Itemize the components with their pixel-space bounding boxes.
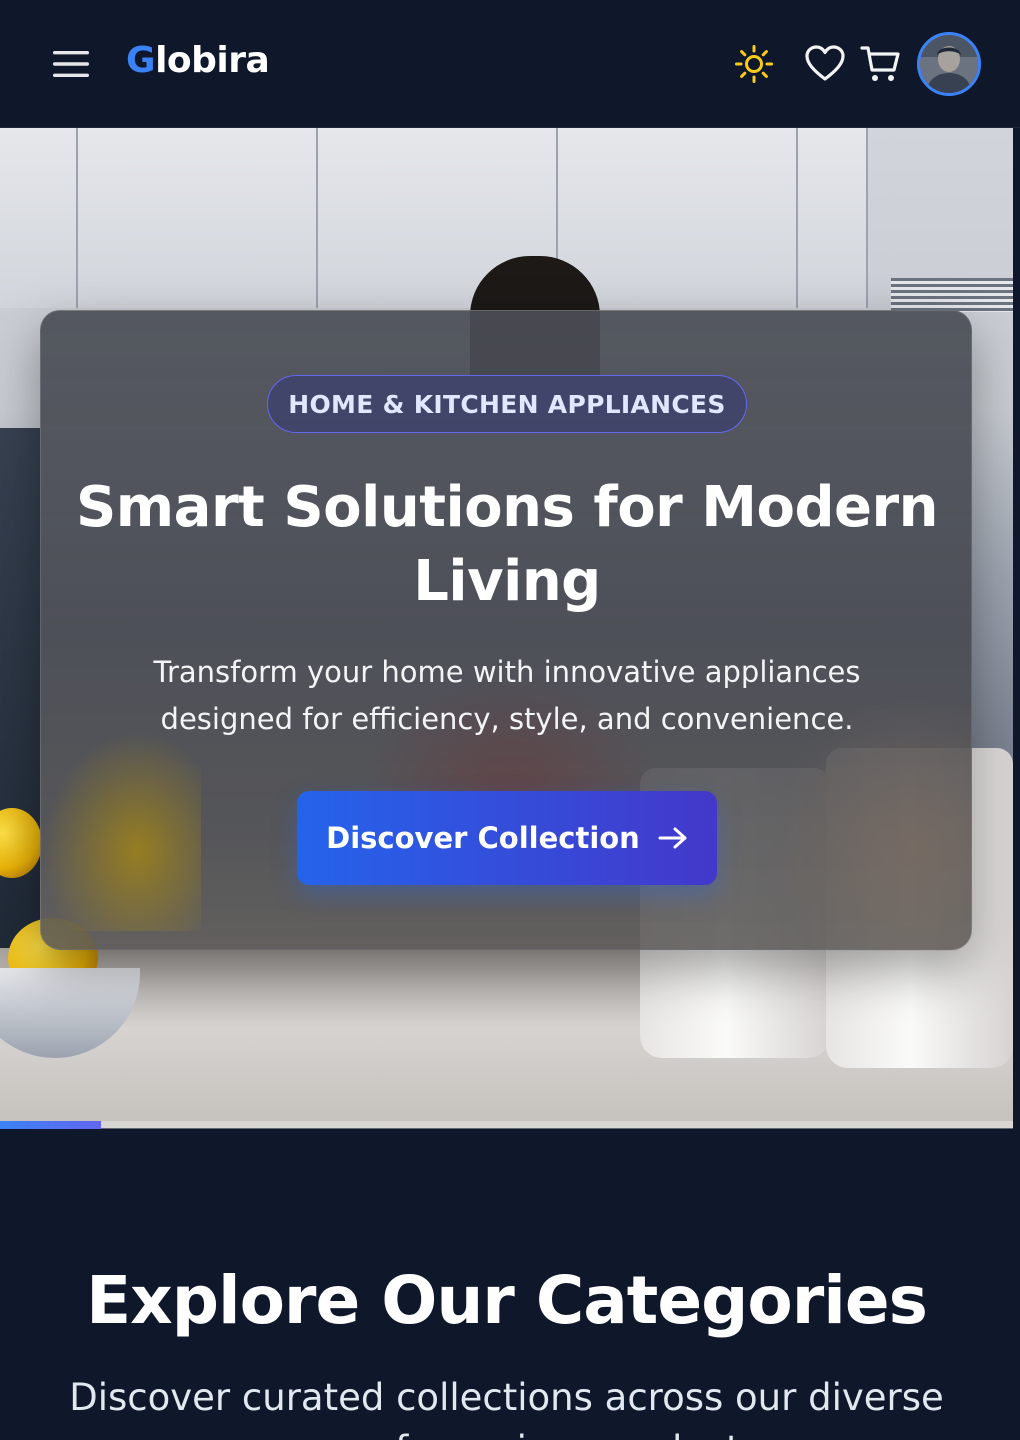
card-glow [41, 731, 201, 931]
slide-progress-track [0, 1121, 1013, 1129]
avatar-photo-icon [920, 35, 978, 93]
logo-initial: G [126, 40, 156, 81]
user-avatar[interactable] [917, 32, 981, 96]
logo-text: lobira [155, 40, 270, 81]
theme-toggle-button[interactable] [730, 40, 778, 88]
hero-title: Smart Solutions for Modern Living [75, 475, 939, 614]
slide-progress-fill [0, 1121, 102, 1129]
cta-label: Discover Collection [326, 821, 640, 855]
wishlist-button[interactable] [801, 40, 849, 88]
discover-collection-button[interactable]: Discover Collection [297, 791, 717, 885]
page: G lobira HOME & KITCHEN APPLIANCES Smart… [0, 0, 1020, 1440]
arrow-right-icon [658, 827, 687, 849]
brand-logo[interactable]: G lobira [126, 40, 270, 88]
cart-button[interactable] [857, 40, 905, 88]
hero-card: HOME & KITCHEN APPLIANCES Smart Solution… [40, 310, 972, 951]
hero-subtitle: Transform your home with innovative appl… [153, 655, 861, 736]
categories-title: Explore Our Categories [86, 1262, 928, 1339]
top-header: G lobira [0, 0, 1020, 128]
bg-oven-vent [891, 278, 1013, 312]
heart-icon [805, 45, 845, 81]
menu-icon [53, 51, 89, 77]
bg-cabinet [798, 128, 868, 308]
bg-cabinet [78, 128, 318, 308]
category-badge: HOME & KITCHEN APPLIANCES [267, 375, 747, 433]
categories-subtitle: Discover curated collections across our … [69, 1376, 944, 1440]
hero-banner: HOME & KITCHEN APPLIANCES Smart Solution… [0, 128, 1013, 1128]
bg-cabinet [558, 128, 798, 308]
menu-button[interactable] [48, 42, 94, 86]
bg-cabinet [0, 128, 78, 308]
cart-icon [860, 46, 900, 81]
sun-icon [735, 45, 773, 83]
